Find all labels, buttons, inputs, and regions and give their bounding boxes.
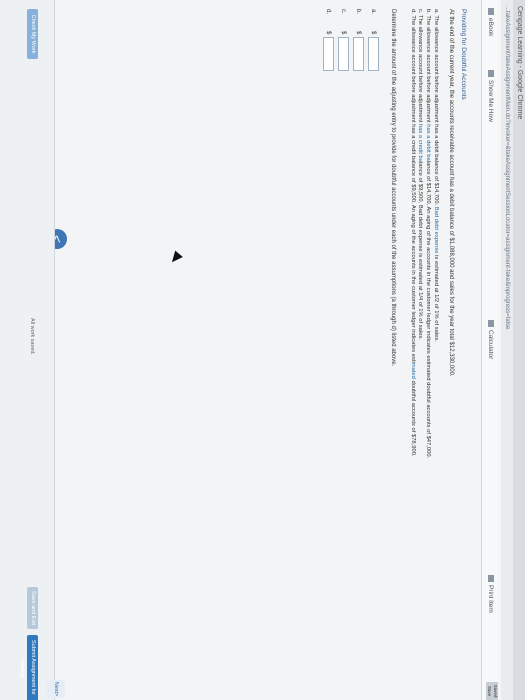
ebook-label: eBook <box>487 18 494 37</box>
currency-sign: $ <box>340 31 346 35</box>
calculator-icon <box>488 320 494 327</box>
currency-sign: $ <box>370 31 376 35</box>
calculator-label: Calculator <box>487 330 494 360</box>
save-status: All work saved. <box>29 318 35 355</box>
assumption-b: b. The allowance account before adjustme… <box>425 9 432 459</box>
show-me-how-label: Show Me How <box>487 80 494 122</box>
print-item-label: Print Item <box>487 585 494 613</box>
answer-label: b. <box>355 9 361 15</box>
assumption-c: c. The allowance account before adjustme… <box>417 9 424 340</box>
assumption-list: a. The allowance account before adjustme… <box>408 9 439 679</box>
calculator-button[interactable]: Calculator <box>487 320 494 359</box>
corner-stub: Saved Save <box>486 682 498 700</box>
toolbar: eBook Show Me How Calculator Print Item … <box>481 0 498 700</box>
problem-content: Providing for Doubtful Accounts At the e… <box>45 0 475 700</box>
answer-label: c. <box>340 9 346 14</box>
next-label: Next <box>53 681 59 694</box>
problem-title: Providing for Doubtful Accounts <box>460 9 467 100</box>
book-icon <box>488 8 494 15</box>
corner-label-a: Saved <box>493 684 498 698</box>
answer-label: a. <box>370 9 376 15</box>
window-title: Cengage Learning - Google Chrome <box>513 0 525 700</box>
show-me-how-button[interactable]: Show Me How <box>487 70 494 122</box>
chevron-right-icon: > <box>53 693 59 697</box>
answer-input-a[interactable] <box>368 37 379 71</box>
print-icon <box>488 575 494 582</box>
determine-instruction: Determine the amount of the adjusting en… <box>390 9 396 367</box>
answer-label: d. <box>325 9 331 15</box>
app-screen: Cengage Learning - Google Chrome ...take… <box>0 0 525 700</box>
answer-input-c[interactable] <box>338 37 349 71</box>
submit-assignment-button[interactable]: Submit Assignment for Grading <box>19 635 38 700</box>
save-and-exit-button[interactable]: Save and Exit <box>27 587 38 629</box>
currency-sign: $ <box>355 31 361 35</box>
address-bar[interactable]: ...takeAssignment/takeAssignmentMain.do?… <box>501 0 513 700</box>
print-item-button[interactable]: Print Item <box>487 575 494 613</box>
mouse-pointer-icon <box>168 250 183 266</box>
footer-bar: Check My Work All work saved. Save and E… <box>0 0 65 700</box>
next-button[interactable]: Next> <box>47 680 65 698</box>
assumption-a: a. The allowance account before adjustme… <box>433 9 439 342</box>
assumption-d: d. The allowance account before adjustme… <box>409 9 416 457</box>
problem-intro: At the end of the current year, the acco… <box>448 9 454 377</box>
currency-sign: $ <box>325 31 331 35</box>
video-icon <box>488 70 494 77</box>
ebook-button[interactable]: eBook <box>487 8 494 36</box>
answer-input-d[interactable] <box>323 37 334 71</box>
answer-input-b[interactable] <box>353 37 364 71</box>
check-my-work-button[interactable]: Check My Work <box>27 9 38 59</box>
